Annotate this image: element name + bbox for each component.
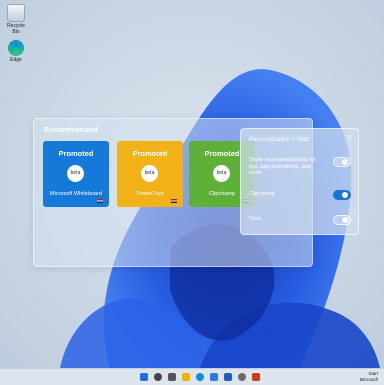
- task-view-icon[interactable]: [168, 373, 176, 381]
- setting-label-clipchamp: Clipchamp: [249, 191, 275, 197]
- promoted-label: Promoted: [58, 149, 94, 158]
- app-name: Microsoft Whiteboard: [50, 191, 102, 197]
- settings-icon[interactable]: [238, 373, 246, 381]
- edge-icon[interactable]: [196, 373, 204, 381]
- beta-badge: beta: [141, 165, 158, 182]
- toggle-clipchamp[interactable]: [333, 190, 351, 200]
- start-icon[interactable]: [140, 373, 148, 381]
- taskbar-clock[interactable]: Start Microsoft: [360, 371, 378, 382]
- beta-badge: beta: [213, 165, 230, 182]
- recycle-bin-icon: [7, 4, 25, 22]
- flag-icon: [97, 199, 103, 203]
- clock-date: Microsoft: [359, 376, 378, 382]
- mail-icon[interactable]: [224, 373, 232, 381]
- settings-breadcrumb: Personalization > Start: [249, 137, 310, 143]
- search-icon[interactable]: [154, 373, 162, 381]
- app-name: PowerToys: [136, 191, 164, 197]
- office-icon[interactable]: [252, 373, 260, 381]
- toggle-knob: [342, 159, 348, 165]
- recommended-heading: Recommended: [44, 125, 98, 134]
- toggle-knob: [342, 217, 348, 223]
- promoted-app-card-powertoys[interactable]: Promoted beta PowerToys: [117, 141, 183, 207]
- store-icon[interactable]: [210, 373, 218, 381]
- promoted-app-card-whiteboard[interactable]: Promoted beta Microsoft Whiteboard: [43, 141, 109, 207]
- desktop-icon-recycle-bin[interactable]: Recycle Bin: [3, 4, 29, 35]
- close-icon[interactable]: ×: [348, 134, 352, 141]
- setting-label-recommendations: Show recommendations for tips, app promo…: [249, 157, 316, 176]
- desktop-icon-label: Edge: [10, 57, 22, 63]
- edge-icon: [8, 40, 24, 56]
- promoted-label: Promoted: [132, 149, 168, 158]
- toggle-docx[interactable]: [333, 215, 351, 225]
- settings-panel: Personalization > Start × Show recommend…: [240, 128, 359, 235]
- setting-label-docx: Docx: [249, 216, 262, 222]
- toggle-recommendations[interactable]: [333, 157, 351, 167]
- taskbar: Start Microsoft: [0, 368, 384, 385]
- desktop-icon-label: Recycle Bin: [7, 23, 25, 35]
- toggle-knob: [342, 192, 348, 198]
- beta-badge: beta: [67, 165, 84, 182]
- desktop-icon-edge[interactable]: Edge: [3, 40, 29, 63]
- file-explorer-icon[interactable]: [182, 373, 190, 381]
- flag-icon: [171, 199, 177, 203]
